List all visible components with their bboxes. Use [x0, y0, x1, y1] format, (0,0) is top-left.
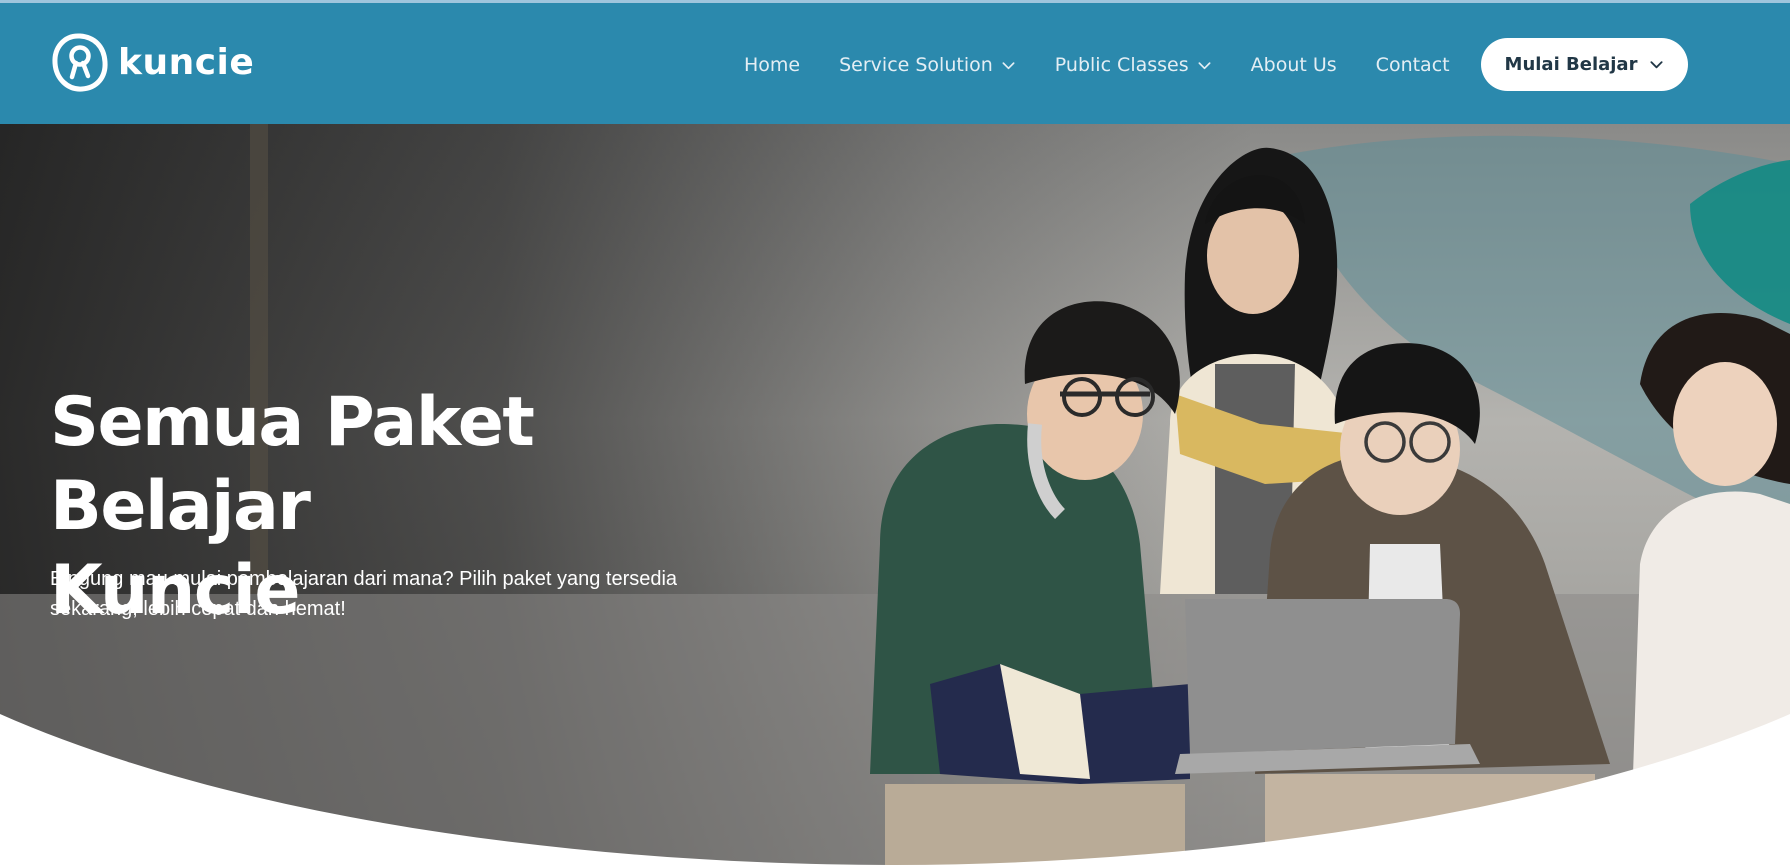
main-nav: Home Service Solution Public Classes Abo… — [744, 38, 1489, 92]
nav-item-public-classes[interactable]: Public Classes — [1055, 54, 1212, 76]
hero-subtitle-line-2: sekarang, lebih cepat dan hemat! — [50, 598, 346, 620]
cta-label: Mulai Belajar — [1504, 54, 1638, 75]
nav-item-label: About Us — [1250, 54, 1337, 76]
hero-title-line-1: Semua Paket Belajar — [50, 383, 535, 546]
page: kuncie Home Service Solution Public Clas… — [0, 0, 1790, 865]
nav-item-label: Contact — [1375, 54, 1450, 76]
nav-item-home[interactable]: Home — [744, 54, 800, 76]
mulai-belajar-button[interactable]: Mulai Belajar — [1481, 38, 1688, 91]
nav-item-about-us[interactable]: About Us — [1251, 54, 1337, 76]
top-navbar: kuncie Home Service Solution Public Clas… — [0, 0, 1790, 124]
hero-subtitle: Bingung mau mulai pembelajaran dari mana… — [50, 564, 770, 624]
nav-item-label: Service Solution — [839, 54, 993, 76]
hero-subtitle-line-1: Bingung mau mulai pembelajaran dari mana… — [50, 568, 678, 590]
nav-item-service-solution[interactable]: Service Solution — [839, 54, 1016, 76]
brand-logo[interactable]: kuncie — [50, 32, 254, 94]
chevron-down-icon — [1650, 61, 1663, 69]
nav-item-label: Public Classes — [1054, 54, 1189, 76]
nav-item-contact[interactable]: Contact — [1376, 54, 1450, 76]
brand-name: kuncie — [118, 42, 255, 83]
key-circle-logo-icon — [52, 33, 108, 92]
nav-item-label: Home — [744, 54, 801, 76]
hero-section: Semua Paket Belajar Kuncie Bingung mau m… — [0, 124, 1790, 865]
chevron-down-icon — [1198, 61, 1211, 69]
chevron-down-icon — [1002, 61, 1015, 69]
